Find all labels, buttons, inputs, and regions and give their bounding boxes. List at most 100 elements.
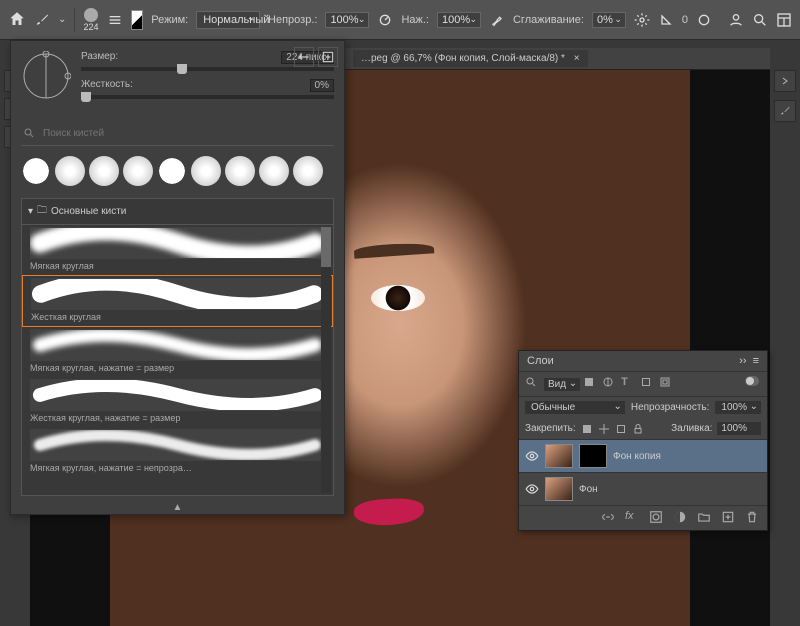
brush-angle-control[interactable] <box>21 51 71 101</box>
brush-folder-header[interactable]: ▾ 🗀 Основные кисти <box>22 199 333 225</box>
hardness-label: Жесткость: <box>81 79 133 92</box>
collapse-panel-icon[interactable]: ›› <box>739 355 746 367</box>
visibility-eye-icon[interactable] <box>525 482 539 496</box>
panel-menu-icon[interactable]: ≡ <box>753 355 759 367</box>
layers-panel: Слои ›› ≡ Вид T Обычные Непрозрачность: … <box>518 350 768 531</box>
brush-thumb[interactable] <box>55 156 85 186</box>
brush-list-item[interactable]: Мягкая круглая <box>22 225 333 275</box>
brush-panel-icon[interactable] <box>774 100 796 122</box>
layer-filter-row: Вид T <box>519 371 767 397</box>
add-mask-icon[interactable] <box>649 510 665 526</box>
close-tab-icon[interactable]: × <box>574 53 580 64</box>
layer-mask-thumbnail[interactable] <box>579 444 607 468</box>
pressure-size-icon[interactable] <box>696 12 712 28</box>
filter-smart-icon[interactable] <box>659 376 675 392</box>
document-tab[interactable]: …peg @ 66,7% (Фон копия, Слой-маска/8) *… <box>353 50 588 67</box>
angle-value[interactable]: 0 <box>682 14 688 26</box>
search-icon <box>21 125 37 141</box>
pressure-opacity-icon[interactable] <box>377 12 393 28</box>
lock-label: Закрепить: <box>525 423 576 434</box>
airbrush-icon[interactable] <box>489 12 505 28</box>
brush-list-item[interactable]: Мягкая круглая, нажатие = размер <box>22 327 333 377</box>
filter-kind-dropdown[interactable]: Вид <box>544 378 580 391</box>
panel-toggle-button[interactable] <box>774 70 796 92</box>
brush-name: Мягкая круглая, нажатие = непрозра… <box>30 461 325 473</box>
smoothing-field[interactable]: 0% <box>592 12 626 28</box>
layers-panel-title: Слои <box>527 355 554 367</box>
brush-thumbnails-row[interactable] <box>21 156 334 186</box>
layer-thumbnail[interactable] <box>545 444 573 468</box>
scrollbar-thumb[interactable] <box>321 227 331 267</box>
brush-thumb[interactable] <box>157 156 187 186</box>
brush-thumb[interactable] <box>21 156 51 186</box>
layer-row[interactable]: Фон копия <box>519 439 767 472</box>
layer-name[interactable]: Фон копия <box>613 451 661 462</box>
filter-pixel-icon[interactable] <box>583 376 599 392</box>
delete-layer-icon[interactable] <box>745 510 761 526</box>
workspace-icon[interactable] <box>776 12 792 28</box>
size-label: Размер: <box>81 51 118 64</box>
opacity-field[interactable]: 100% <box>325 12 369 28</box>
mode-label: Режим: <box>151 14 188 26</box>
lock-artboard-icon[interactable] <box>615 423 627 435</box>
filter-type-icon[interactable]: T <box>621 376 637 392</box>
color-swatches[interactable] <box>131 10 143 30</box>
brush-thumb[interactable] <box>259 156 289 186</box>
filter-search-icon[interactable] <box>525 376 541 392</box>
angle-icon[interactable] <box>658 12 674 28</box>
brush-size-readout: 224 <box>83 22 98 32</box>
layer-opacity-label: Непрозрачность: <box>631 402 710 413</box>
group-layers-icon[interactable] <box>697 510 713 526</box>
document-tab-bar: …peg @ 66,7% (Фон копия, Слой-маска/8) *… <box>345 48 770 70</box>
link-layers-icon[interactable] <box>601 510 617 526</box>
lock-position-icon[interactable] <box>598 423 610 435</box>
brush-thumb[interactable] <box>225 156 255 186</box>
disclosure-triangle-icon: ▾ <box>28 206 33 217</box>
hardness-slider[interactable]: Жесткость: 0% <box>81 79 334 99</box>
filter-adjust-icon[interactable] <box>602 376 618 392</box>
filter-toggle-switch[interactable] <box>745 376 761 392</box>
brush-list-item[interactable]: Жесткая круглая <box>22 275 333 327</box>
adjustment-layer-icon[interactable] <box>673 510 689 526</box>
opacity-label: Непрозр.: <box>268 14 317 26</box>
brush-name: Жесткая круглая <box>31 310 324 322</box>
blend-mode-dropdown[interactable]: Нормальный <box>196 11 260 29</box>
brush-search[interactable] <box>21 121 334 146</box>
brush-chevron-icon[interactable]: ⌄ <box>58 14 66 25</box>
visibility-eye-icon[interactable] <box>525 449 539 463</box>
flow-field[interactable]: 100% <box>437 12 481 28</box>
layer-name[interactable]: Фон <box>579 484 598 495</box>
brush-thumb[interactable] <box>123 156 153 186</box>
layer-row[interactable]: Фон <box>519 472 767 505</box>
brush-thumb[interactable] <box>89 156 119 186</box>
layer-thumbnail[interactable] <box>545 477 573 501</box>
search-icon[interactable] <box>752 12 768 28</box>
new-preset-icon[interactable] <box>318 47 338 67</box>
filter-shape-icon[interactable] <box>640 376 656 392</box>
home-button[interactable] <box>8 10 26 30</box>
panel-resize-grip[interactable]: ▲ <box>21 502 334 513</box>
brush-search-input[interactable] <box>43 128 334 139</box>
layer-opacity-field[interactable]: 100% <box>715 401 761 414</box>
layer-fx-icon[interactable]: fx <box>625 510 641 526</box>
brush-list[interactable]: Мягкая круглая Жесткая круглая Мягкая кр… <box>22 225 333 495</box>
options-bar: ⌄ 224 Режим: Нормальный Непрозр.: 100% Н… <box>0 0 800 40</box>
cloud-docs-icon[interactable] <box>728 12 744 28</box>
smoothing-gear-icon[interactable] <box>634 12 650 28</box>
brush-preset-picker[interactable]: 224 <box>83 6 99 34</box>
brush-thumb[interactable] <box>293 156 323 186</box>
brush-list-item[interactable]: Жесткая круглая, нажатие = размер <box>22 377 333 427</box>
layer-fill-field[interactable]: 100% <box>717 422 761 435</box>
brush-name: Жесткая круглая, нажатие = размер <box>30 411 325 423</box>
brush-tool-icon[interactable] <box>34 12 50 28</box>
new-layer-icon[interactable] <box>721 510 737 526</box>
brush-list-item[interactable]: Мягкая круглая, нажатие = непрозра… <box>22 427 333 477</box>
right-panel-strip <box>774 70 796 122</box>
layer-blend-dropdown[interactable]: Обычные <box>525 401 625 414</box>
lock-pixels-icon[interactable] <box>581 423 593 435</box>
flip-x-icon[interactable] <box>294 47 314 67</box>
brush-thumb[interactable] <box>191 156 221 186</box>
hardness-value[interactable]: 0% <box>310 79 334 92</box>
lock-all-icon[interactable] <box>632 423 644 435</box>
brush-settings-icon[interactable] <box>107 12 123 28</box>
